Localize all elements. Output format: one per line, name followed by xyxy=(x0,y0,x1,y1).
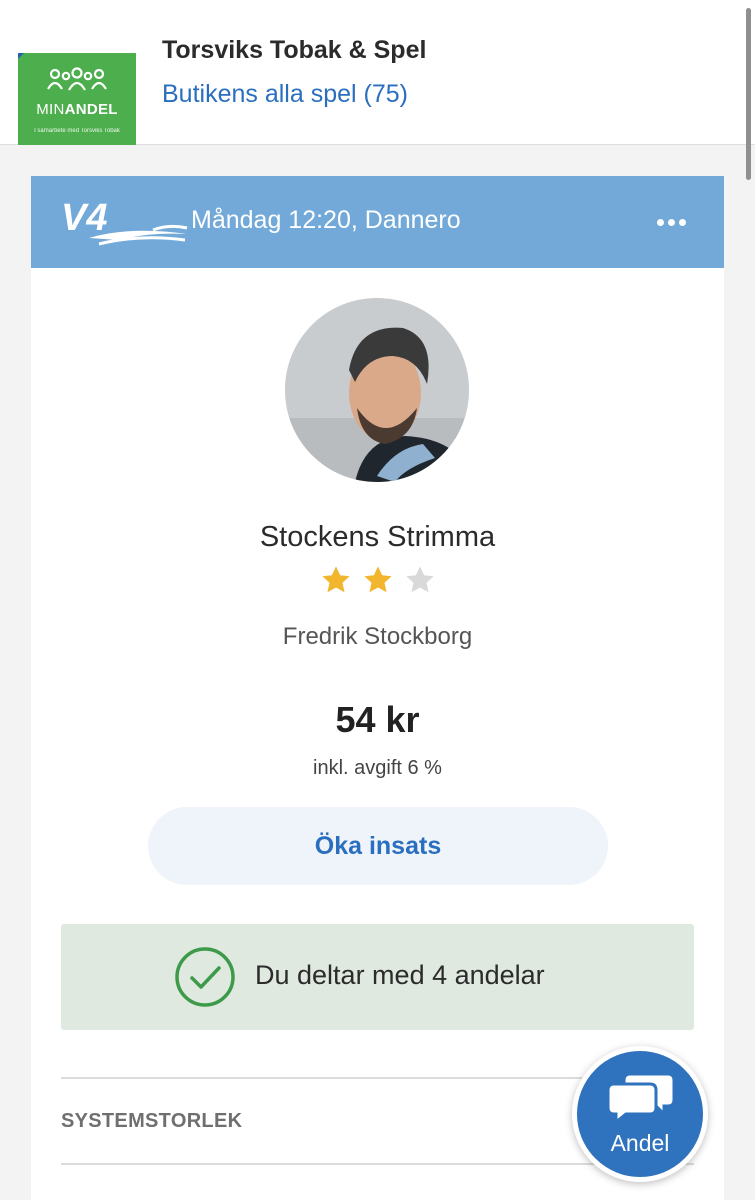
page-scrollbar[interactable] xyxy=(746,8,751,180)
card-header: V4 Måndag 12:20, Dannero xyxy=(31,176,724,268)
participation-text: Du deltar med 4 andelar xyxy=(255,960,545,990)
system-size-label: SYSTEMSTORLEK xyxy=(61,1110,243,1132)
svg-text:V4: V4 xyxy=(61,197,107,239)
increase-stake-button[interactable]: Öka insats xyxy=(148,807,608,885)
game-name: Stockens Strimma xyxy=(259,521,496,553)
more-dot xyxy=(678,218,686,226)
share-price: 54 kr xyxy=(335,699,420,740)
game-card: V4 Måndag 12:20, Dannero Stockens Strimm… xyxy=(31,176,724,1200)
participation-banner: Du deltar med 4 andelar xyxy=(61,924,694,1030)
andel-label: Andel xyxy=(610,1130,670,1156)
chat-bubbles-icon xyxy=(606,1072,676,1124)
check-circle-icon xyxy=(175,947,235,1007)
star-empty-icon xyxy=(405,566,434,593)
logo-brand: MINANDEL xyxy=(36,101,118,118)
more-dot xyxy=(667,218,675,226)
fee-note: inkl. avgift 6 % xyxy=(313,757,442,779)
more-dot xyxy=(656,218,664,226)
shop-header: MINANDEL I samarbete med Torsviks Tobak … xyxy=(0,0,755,145)
shop-name: Torsviks Tobak & Spel xyxy=(162,36,427,64)
race-title: Måndag 12:20, Dannero xyxy=(191,206,461,234)
rating-stars xyxy=(31,564,724,596)
more-options-button[interactable] xyxy=(651,204,691,240)
andel-chat-button[interactable]: Andel xyxy=(572,1046,708,1182)
author-name[interactable]: Fredrik Stockborg xyxy=(31,623,724,651)
logo-corner-flag xyxy=(18,53,24,59)
page: MINANDEL I samarbete med Torsviks Tobak … xyxy=(0,0,755,1200)
v4-logo-icon: V4 xyxy=(61,197,188,246)
author-avatar xyxy=(285,298,469,482)
star-filled-icon xyxy=(363,566,392,593)
star-filled-icon xyxy=(321,566,350,593)
shop-games-link[interactable]: Butikens alla spel (75) xyxy=(162,80,408,109)
people-icon xyxy=(47,67,107,91)
minandel-logo[interactable]: MINANDEL I samarbete med Torsviks Tobak xyxy=(18,53,136,145)
portrait-image xyxy=(285,298,469,482)
logo-tagline: I samarbete med Torsviks Tobak xyxy=(34,128,120,134)
